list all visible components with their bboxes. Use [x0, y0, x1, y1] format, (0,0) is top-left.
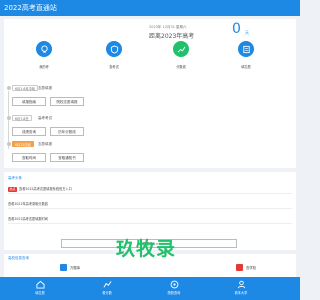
timeline-dot [6, 116, 11, 120]
shield-icon [106, 41, 122, 57]
exam-timeline: 6月1-6月中旬 志愿填报 填报指南 院校志愿填报 6月7-8日 高考考试 成绩… [4, 83, 296, 168]
timeline-line [8, 91, 9, 149]
quick-action-my-exam[interactable]: 我的考 [24, 41, 64, 69]
school-search-icon [236, 264, 243, 271]
document-icon [238, 41, 254, 57]
quick-action-check-exam[interactable]: 查考试 [94, 41, 134, 69]
countdown-headline: 距离2023年高考 [149, 33, 195, 40]
hot-badge: 热点 [8, 187, 18, 192]
timeline-tag-active: 6月22日起 [12, 141, 34, 147]
timeline-button[interactable]: 成绩查询 [12, 127, 46, 136]
timeline-button[interactable]: 查取通知书 [50, 153, 84, 162]
watermark-text: 玖牧录 [116, 238, 177, 260]
question-bank-icon [60, 264, 67, 271]
timeline-tag: 6月7-8日 [12, 115, 32, 121]
user-icon [237, 280, 245, 289]
section-title: 高校信息查询 [8, 256, 29, 260]
nav-item-school-query[interactable]: 院校查询 [154, 280, 194, 295]
timeline-button[interactable]: 查取时间 [12, 153, 46, 162]
quick-action-label: 填志愿 [241, 65, 251, 69]
timeline-title: 高考考试 [38, 116, 52, 120]
timeline-dot [6, 86, 11, 90]
app-item-check-school[interactable]: 查学校 [236, 264, 256, 271]
news-item[interactable]: 查看2022年高考录取分数线 [8, 200, 292, 209]
current-date: 2023年 12月31 星期六 [149, 25, 187, 29]
app-item-question-bank[interactable]: 万题库 [60, 264, 80, 271]
nav-item-label: 看本大学 [234, 291, 248, 295]
bulb-icon [36, 41, 52, 57]
section-title: 高考头条 [8, 176, 22, 180]
timeline-dot [6, 142, 11, 146]
nav-item-scores[interactable]: 看分数 [87, 280, 127, 295]
school-icon [170, 280, 178, 289]
nav-item-label: 填志愿 [35, 291, 45, 295]
quick-action-fill-volunteer[interactable]: 填志愿 [226, 41, 266, 69]
home-icon [35, 280, 45, 289]
timeline-title: 志愿填报 [38, 142, 52, 146]
quick-action-label: 分数线 [176, 65, 186, 69]
chart-icon [103, 281, 111, 288]
app-root: 2022高考直通站 2023年 12月31 星期六 距离2023年高考 0 天 … [0, 0, 300, 300]
app-header: 2022高考直通站 [0, 0, 300, 16]
quick-action-label: 我的考 [39, 65, 49, 69]
countdown-number: 0 [232, 21, 241, 37]
nav-item-university[interactable]: 看本大学 [221, 280, 261, 295]
timeline-button[interactable]: 填报指南 [12, 97, 46, 106]
countdown-unit: 天 [245, 30, 249, 35]
timeline-button[interactable]: 历年分数线 [50, 127, 84, 136]
nav-item-fill-volunteer[interactable]: 填志愿 [20, 280, 60, 295]
quick-action-label: 查考试 [109, 65, 119, 69]
news-item[interactable]: 查看2022高考志愿填报时间 [8, 215, 292, 224]
timeline-button[interactable]: 院校志愿填报 [50, 97, 84, 106]
news-item[interactable]: 热点 查看2022高考志愿填报系统官方入口 [8, 185, 292, 194]
nav-item-label: 看分数 [102, 291, 112, 295]
quick-action-score-line[interactable]: 分数线 [161, 41, 201, 69]
news-item-text: 查看2022高考志愿填报系统官方入口 [19, 187, 72, 191]
trend-icon [173, 41, 189, 57]
app-title: 2022高考直通站 [4, 4, 57, 12]
timeline-title: 志愿填报 [38, 86, 52, 90]
bottom-navigation: 填志愿 看分数 院校查询 看本大学 [0, 277, 300, 300]
news-item-text: 查看2022高考志愿填报时间 [8, 217, 48, 221]
app-item-label: 查学校 [246, 266, 257, 270]
news-item-text: 查看2022年高考录取分数线 [8, 202, 48, 206]
app-item-label: 万题库 [70, 266, 81, 270]
timeline-tag: 6月1-6月中旬 [12, 85, 38, 91]
nav-item-label: 院校查询 [167, 291, 181, 295]
